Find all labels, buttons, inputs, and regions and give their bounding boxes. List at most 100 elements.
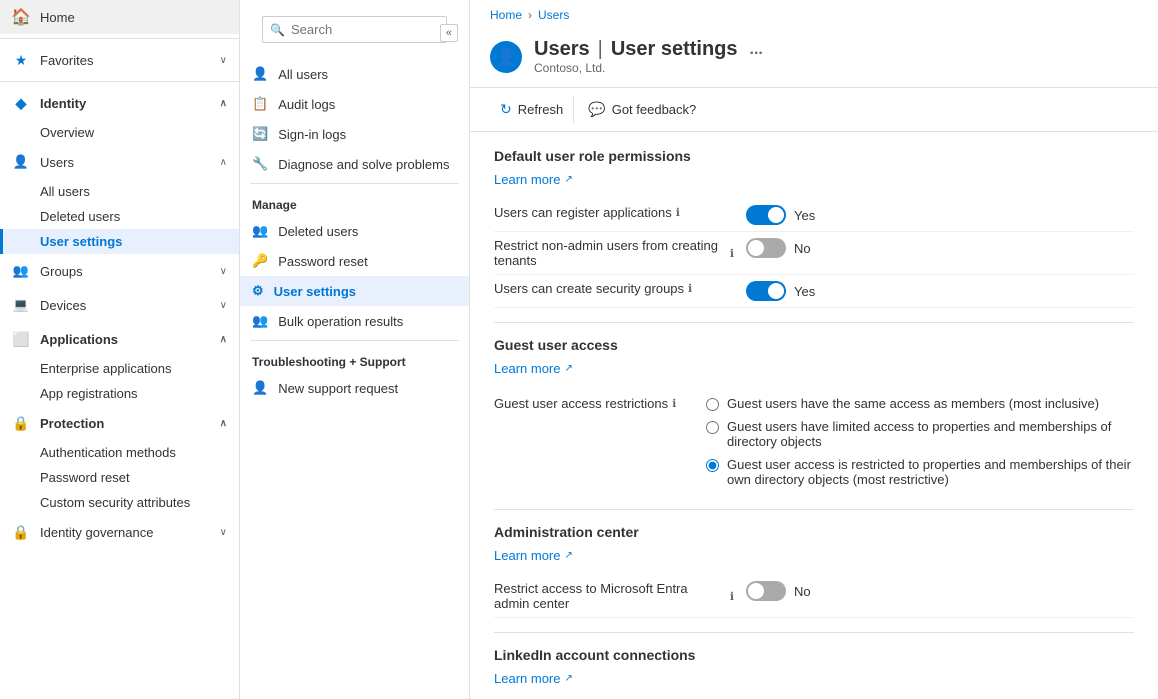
sidebar-item-auth-methods[interactable]: Authentication methods: [0, 440, 239, 465]
toolbar: ↻ Refresh 💬 Got feedback?: [470, 88, 1158, 132]
all-users-icon: 👤: [252, 66, 268, 82]
security-groups-toggle[interactable]: [746, 281, 786, 301]
user-settings-icon: ⚙: [252, 283, 264, 299]
register-apps-toggle[interactable]: [746, 205, 786, 225]
sidebar-identity-label: Identity: [40, 96, 86, 111]
mid-nav-all-users[interactable]: 👤 All users: [240, 59, 469, 89]
sidebar-item-all-users[interactable]: All users: [0, 179, 239, 204]
security-groups-value: Yes: [794, 284, 815, 299]
main-content: Home › Users 👤 Users | User settings ...…: [470, 0, 1158, 699]
chevron-up-icon-users: ∧: [220, 157, 227, 168]
guest-access-label: Guest user access restrictions ℹ: [494, 396, 694, 411]
manage-section-label: Manage: [240, 188, 469, 216]
breadcrumb-home[interactable]: Home: [490, 8, 522, 22]
feedback-button[interactable]: 💬 Got feedback?: [578, 96, 706, 123]
linkedin-title: LinkedIn account connections: [494, 647, 1134, 663]
restrict-entra-value: No: [794, 584, 811, 599]
devices-icon: 💻: [12, 296, 30, 314]
shield-icon: 🔒: [12, 414, 30, 432]
restrict-tenants-row: Restrict non-admin users from creating t…: [494, 232, 1134, 275]
sidebar-item-identity[interactable]: ◆ Identity ∧: [0, 86, 239, 120]
audit-logs-icon: 📋: [252, 96, 268, 112]
identity-icon: ◆: [12, 94, 30, 112]
external-link-icon-4: ↗: [564, 673, 572, 684]
mid-nav-bulk-ops[interactable]: 👥 Bulk operation results: [240, 306, 469, 336]
deleted-users-icon: 👥: [252, 223, 268, 239]
sidebar-password-reset-label: Password reset: [40, 470, 130, 485]
chevron-down-icon-devices: ∨: [220, 300, 227, 311]
sidebar-all-users-label: All users: [40, 184, 90, 199]
register-apps-label: Users can register applications ℹ: [494, 205, 734, 220]
restrict-entra-toggle[interactable]: [746, 581, 786, 601]
external-link-icon-2: ↗: [564, 363, 572, 374]
default-role-learn-more[interactable]: Learn more ↗: [494, 172, 1134, 187]
guest-access-title: Guest user access: [494, 337, 1134, 353]
guest-option-1[interactable]: Guest users have the same access as memb…: [706, 396, 1134, 411]
sidebar-item-deleted-users[interactable]: Deleted users: [0, 204, 239, 229]
chevron-down-icon: ∨: [220, 55, 227, 66]
guest-access-learn-more[interactable]: Learn more ↗: [494, 361, 1134, 376]
sidebar-item-applications[interactable]: ⬜ Applications ∧: [0, 322, 239, 356]
home-icon: 🏠: [12, 8, 30, 26]
more-button[interactable]: ...: [750, 41, 763, 59]
guest-option-3[interactable]: Guest user access is restricted to prope…: [706, 457, 1134, 487]
guest-option-2[interactable]: Guest users have limited access to prope…: [706, 419, 1134, 449]
sidebar-item-devices[interactable]: 💻 Devices ∨: [0, 288, 239, 322]
guest-info-icon[interactable]: ℹ: [672, 397, 676, 410]
sidebar-item-enterprise-apps[interactable]: Enterprise applications: [0, 356, 239, 381]
guest-radio-2[interactable]: [706, 421, 719, 434]
mid-nav-support[interactable]: 👤 New support request: [240, 373, 469, 403]
collapse-button[interactable]: «: [440, 24, 458, 42]
sidebar-auth-methods-label: Authentication methods: [40, 445, 176, 460]
governance-icon: 🔒: [12, 523, 30, 541]
feedback-icon: 💬: [588, 101, 605, 118]
diagnose-icon: 🔧: [252, 156, 268, 172]
sidebar-item-user-settings[interactable]: User settings: [0, 229, 239, 254]
sidebar-item-overview[interactable]: Overview: [0, 120, 239, 145]
mid-nav: 👤 All users 📋 Audit logs 🔄 Sign-in logs …: [240, 55, 469, 407]
sidebar-item-custom-security[interactable]: Custom security attributes: [0, 490, 239, 515]
sidebar-item-password-reset[interactable]: Password reset: [0, 465, 239, 490]
sidebar-item-users[interactable]: 👤 Users ∧: [0, 145, 239, 179]
sidebar-item-protection[interactable]: 🔒 Protection ∧: [0, 406, 239, 440]
sidebar-custom-security-label: Custom security attributes: [40, 495, 190, 510]
restrict-tenants-value: No: [794, 241, 811, 256]
mid-nav-user-settings[interactable]: ⚙ User settings: [240, 276, 469, 306]
sidebar-item-home[interactable]: 🏠 Home: [0, 0, 239, 34]
sidebar-home-label: Home: [40, 10, 75, 25]
entra-info-icon[interactable]: ℹ: [730, 590, 734, 603]
left-sidebar: 🏠 Home ★ Favorites ∨ ◆ Identity ∧ Overvi…: [0, 0, 240, 699]
security-groups-control: Yes: [746, 281, 815, 301]
sidebar-item-identity-governance[interactable]: 🔒 Identity governance ∨: [0, 515, 239, 549]
guest-radio-3[interactable]: [706, 459, 719, 472]
breadcrumb-users[interactable]: Users: [538, 8, 569, 22]
info-icon-3[interactable]: ℹ: [688, 282, 692, 295]
restrict-tenants-toggle[interactable]: [746, 238, 786, 258]
info-icon-2[interactable]: ℹ: [730, 247, 734, 260]
mid-nav-password-reset[interactable]: 🔑 Password reset: [240, 246, 469, 276]
info-icon-1[interactable]: ℹ: [676, 206, 680, 219]
page-icon: 👤: [490, 41, 522, 73]
settings-body: Default user role permissions Learn more…: [470, 132, 1158, 699]
mid-nav-audit-logs[interactable]: 📋 Audit logs: [240, 89, 469, 119]
sidebar-item-app-registrations[interactable]: App registrations: [0, 381, 239, 406]
groups-icon: 👥: [12, 262, 30, 280]
guest-radio-1[interactable]: [706, 398, 719, 411]
sidebar-item-favorites[interactable]: ★ Favorites ∨: [0, 43, 239, 77]
org-name: Contoso, Ltd.: [534, 61, 763, 75]
refresh-button[interactable]: ↻ Refresh: [490, 96, 574, 123]
sidebar-item-groups[interactable]: 👥 Groups ∨: [0, 254, 239, 288]
mid-nav-diagnose[interactable]: 🔧 Diagnose and solve problems: [240, 149, 469, 179]
mid-nav-deleted-users[interactable]: 👥 Deleted users: [240, 216, 469, 246]
search-icon: 🔍: [270, 23, 285, 37]
sidebar-users-label: Users: [40, 155, 74, 170]
sidebar-devices-label: Devices: [40, 298, 86, 313]
restrict-tenants-label: Restrict non-admin users from creating t…: [494, 238, 734, 268]
security-groups-label: Users can create security groups ℹ: [494, 281, 734, 296]
search-input[interactable]: [262, 16, 447, 43]
linkedin-learn-more[interactable]: Learn more ↗: [494, 671, 1134, 686]
signin-logs-icon: 🔄: [252, 126, 268, 142]
mid-nav-signin-logs[interactable]: 🔄 Sign-in logs: [240, 119, 469, 149]
support-icon: 👤: [252, 380, 268, 396]
admin-center-learn-more[interactable]: Learn more ↗: [494, 548, 1134, 563]
